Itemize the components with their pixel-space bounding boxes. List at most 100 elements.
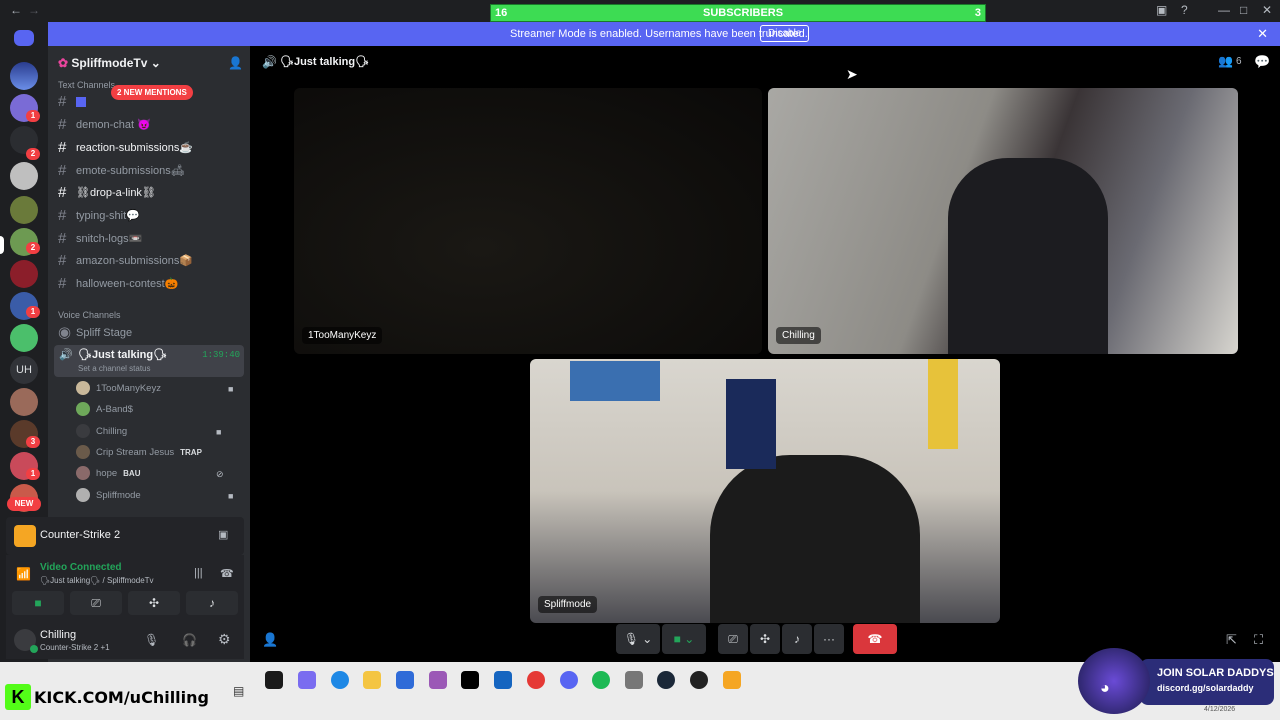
counter-strike-taskbar-icon[interactable] xyxy=(723,671,741,689)
channel-snitch-logs[interactable]: # snitch-logs📼 xyxy=(58,229,244,249)
microphone-icon[interactable]: 🎙 xyxy=(144,633,159,647)
channel-just-talking[interactable]: 🔊 🗣Just talking🗣 1:39:40 Set a channel s… xyxy=(54,345,244,377)
members-icon[interactable]: 👥 xyxy=(1218,54,1233,68)
video-stage: 🔊 🗣Just talking🗣 👥 6 💬 1TooManyKeyz Chil… xyxy=(250,46,1280,662)
server-icon-uh[interactable]: UH xyxy=(10,356,38,384)
avatar xyxy=(76,488,90,503)
more-options-button[interactable]: ··· xyxy=(814,624,844,654)
leave-call-button[interactable]: ☎ xyxy=(853,624,897,654)
channel-emote-submissions[interactable]: # emote-submissions🛋 xyxy=(58,161,244,181)
discord-promo-logo xyxy=(1078,648,1150,714)
settings-gear-icon[interactable]: ⚙ xyxy=(218,631,231,648)
camera-icon: ■ xyxy=(228,384,234,394)
video-tile-spliffmode[interactable]: Spliffmode xyxy=(530,359,1000,623)
server-icon-5[interactable] xyxy=(10,196,38,224)
new-mentions-pill[interactable]: 2 NEW MENTIONS xyxy=(111,85,193,100)
server-badge: 1 xyxy=(26,306,40,318)
copilot-taskbar-icon[interactable] xyxy=(298,671,316,689)
voice-user[interactable]: A-Band$ xyxy=(76,400,133,420)
avatar xyxy=(76,445,90,460)
channel-drop-a-link[interactable]: # ⛓drop-a-link⛓ xyxy=(58,183,244,203)
screen-share-button[interactable]: ⎚ xyxy=(718,624,748,654)
channel-spliff-stage[interactable]: ◉ Spliff Stage xyxy=(58,323,244,343)
category-voice[interactable]: Voice Channels xyxy=(58,310,121,320)
subscribers-label: SUBSCRIBERS xyxy=(703,7,784,19)
outlook-taskbar-icon[interactable] xyxy=(494,671,512,689)
file-explorer-taskbar-icon[interactable] xyxy=(363,671,381,689)
user-tag: TRAP xyxy=(180,448,202,457)
app-taskbar-icon[interactable] xyxy=(429,671,447,689)
fullscreen-icon[interactable]: ⛶ xyxy=(1254,632,1263,648)
channel-halloween-contest[interactable]: # halloween-contest🎃 xyxy=(58,274,244,294)
channel-typing[interactable]: # typing-shit💬 xyxy=(58,206,244,226)
maximize-icon[interactable]: □ xyxy=(1240,3,1247,17)
add-member-icon[interactable]: 👤 xyxy=(228,56,243,70)
server-icon-alpha[interactable] xyxy=(10,62,38,90)
tiktok-taskbar-icon[interactable] xyxy=(461,671,479,689)
edge-taskbar-icon[interactable] xyxy=(331,671,349,689)
help-icon[interactable]: ? xyxy=(1181,3,1188,17)
headphones-icon[interactable]: 🎧 xyxy=(182,633,197,647)
server-badge: 1 xyxy=(26,110,40,122)
channel-name: ⛓drop-a-link⛓ xyxy=(76,187,156,199)
channel-name: halloween-contest🎃 xyxy=(76,278,179,290)
screen-share-button[interactable]: ⎚ xyxy=(70,591,122,615)
video-tile-1toomanykeyz[interactable]: 1TooManyKeyz xyxy=(294,88,762,354)
chat-icon[interactable]: 💬 xyxy=(1254,54,1270,70)
server-icon-11[interactable] xyxy=(10,388,38,416)
wall-poster xyxy=(570,361,660,401)
hash-icon: # xyxy=(58,139,67,157)
voice-user[interactable]: hope BAU xyxy=(76,464,140,484)
voice-user[interactable]: Chilling xyxy=(76,422,127,442)
server-icon-9[interactable] xyxy=(10,324,38,352)
forward-arrow-icon[interactable]: → xyxy=(28,3,40,17)
voice-user[interactable]: 1TooManyKeyz xyxy=(76,379,161,399)
channel-demon-chat[interactable]: # demon-chat 😈 xyxy=(58,115,244,135)
server-name: SpliffmodeTv xyxy=(71,56,148,70)
obs-taskbar-icon[interactable] xyxy=(690,671,708,689)
stream-game-icon[interactable]: ▣ xyxy=(218,528,228,541)
voice-connected-channel[interactable]: 🗣Just talking🗣 / SpliffmodeTv xyxy=(40,576,154,585)
activities-button[interactable]: ✣ xyxy=(750,624,780,654)
steam-taskbar-icon[interactable] xyxy=(657,671,675,689)
disable-button[interactable]: Disable xyxy=(760,25,810,42)
microphone-button[interactable]: 🎙 ⌄ xyxy=(616,624,660,654)
soundboard-button[interactable]: ♪ xyxy=(782,624,812,654)
spotify-taskbar-icon[interactable] xyxy=(592,671,610,689)
invite-icon[interactable]: 👤 xyxy=(262,632,278,648)
popout-icon[interactable]: ⇱ xyxy=(1226,632,1237,648)
channel-status[interactable]: Set a channel status xyxy=(78,359,151,379)
activities-button[interactable]: ✣ xyxy=(128,591,180,615)
channel-amazon-submissions[interactable]: # amazon-submissions📦 xyxy=(58,251,244,271)
signal-icon[interactable]: 📶 xyxy=(16,567,31,581)
server-icon-4[interactable] xyxy=(10,162,38,190)
selected-server-pill xyxy=(0,236,4,254)
voice-user[interactable]: Crip Stream Jesus TRAP xyxy=(76,443,202,463)
category-text[interactable]: Text Channels xyxy=(58,80,115,90)
discord-home-icon[interactable] xyxy=(14,30,34,46)
screen-icon[interactable]: ▣ xyxy=(1156,3,1167,17)
noise-suppression-icon[interactable]: ||| xyxy=(194,567,203,579)
chrome-taskbar-icon[interactable] xyxy=(527,671,545,689)
disconnect-icon[interactable]: ☎ xyxy=(220,567,234,580)
camera-button[interactable]: ■ ⌄ xyxy=(662,624,706,654)
avatar xyxy=(76,381,90,396)
server-name-header[interactable]: ✿ SpliffmodeTv ⌄ xyxy=(58,56,161,70)
settings-taskbar-icon[interactable] xyxy=(625,671,643,689)
video-button[interactable]: ■ xyxy=(12,591,64,615)
store-taskbar-icon[interactable] xyxy=(396,671,414,689)
video-tile-chilling[interactable]: Chilling xyxy=(768,88,1238,354)
back-arrow-icon[interactable]: ← xyxy=(10,3,22,17)
server-icon-7[interactable] xyxy=(10,260,38,288)
task-view-icon[interactable]: ▤ xyxy=(233,684,244,698)
close-banner-icon[interactable]: ✕ xyxy=(1257,26,1268,42)
minimize-icon[interactable]: — xyxy=(1218,3,1230,17)
close-window-icon[interactable]: ✕ xyxy=(1262,3,1272,17)
voice-user[interactable]: Spliffmode xyxy=(76,486,141,506)
discord-taskbar-icon[interactable] xyxy=(560,671,578,689)
tile-name: Chilling xyxy=(776,327,821,344)
game-activity-panel: Counter-Strike 2 ▣ xyxy=(6,517,244,555)
soundboard-button[interactable]: ♪ xyxy=(186,591,238,615)
nvidia-taskbar-icon[interactable] xyxy=(265,671,283,689)
channel-reaction-submissions[interactable]: # reaction-submissions☕ xyxy=(58,138,244,158)
